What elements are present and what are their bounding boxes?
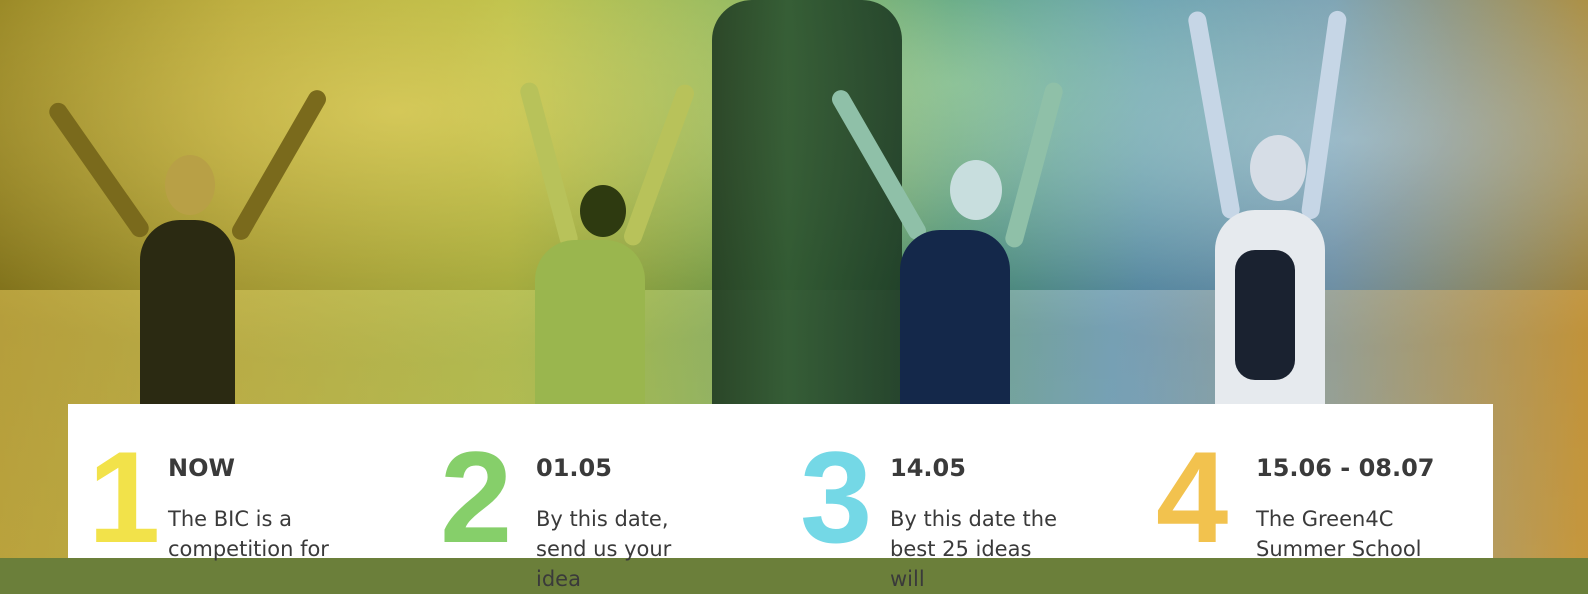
step-date: 14.05 <box>890 454 966 482</box>
timeline-step-2: 2 01.05 By this date, send us your idea <box>440 404 770 591</box>
timeline-card: 1 NOW The BIC is a competition for 2 01.… <box>68 404 1493 591</box>
step-description: The BIC is a competition for <box>168 507 329 561</box>
step-number: 1 <box>88 424 161 570</box>
step-date: 15.06 - 08.07 <box>1256 454 1435 482</box>
step-number: 4 <box>1156 424 1229 570</box>
person-1 <box>45 70 330 470</box>
person-3 <box>828 80 1065 480</box>
timeline-step-1: 1 NOW The BIC is a competition for <box>88 404 418 562</box>
step-number: 2 <box>440 424 513 570</box>
step-number: 3 <box>800 424 873 570</box>
person-2 <box>518 80 700 480</box>
step-description: By this date, send us your idea <box>536 507 672 591</box>
step-description: By this date the best 25 ideas will <box>890 507 1057 591</box>
person-4 <box>1185 9 1385 410</box>
step-description: The Green4C Summer School <box>1256 507 1422 561</box>
timeline-step-3: 3 14.05 By this date the best 25 ideas w… <box>800 404 1130 591</box>
step-date: NOW <box>168 454 235 482</box>
step-date: 01.05 <box>536 454 612 482</box>
timeline-step-4: 4 15.06 - 08.07 The Green4C Summer Schoo… <box>1156 404 1486 562</box>
